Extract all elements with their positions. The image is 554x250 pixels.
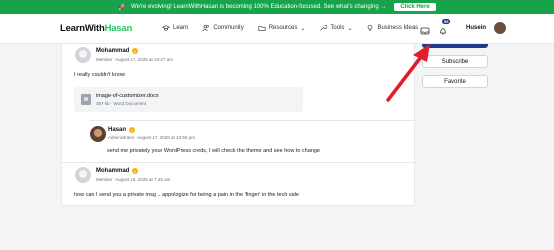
attachment-size: 357 kb · Word Document [96,101,146,106]
divider [62,162,416,163]
graduation-cap-icon [162,25,170,31]
site-logo[interactable]: LearnWithHasan [60,23,132,34]
comment-author[interactable]: Hasan ✓ [108,127,136,133]
favorite-button[interactable]: Favorite [422,75,488,88]
menu-item-business-ideas[interactable]: Business Ideas [366,24,418,32]
comment-text: send me privately your WordPress creds, … [107,148,320,154]
comment-meta: Member August 18, 2025 at 7:45 am [96,177,171,182]
banner-text: We're evolving! LearnWithHasan is becomi… [131,4,387,10]
comment-author[interactable]: Mohammad ✓ [96,168,139,174]
primary-action-button[interactable] [422,44,488,48]
bell-icon[interactable]: 99 [438,19,451,35]
menu-item-resources[interactable]: Resources ⌄ [258,24,306,32]
folder-icon [258,26,266,31]
attachment-card[interactable]: W image-of-customizer.docx 357 kb · Word… [74,87,303,112]
lightbulb-icon [368,24,373,31]
chevron-down-icon: ⌄ [347,25,353,32]
main-menu: Learn Community Resources ⌄ Tools ⌄ Busi… [162,24,418,32]
menu-item-community[interactable]: Community [202,24,244,32]
rocket-icon: 🚀 [118,4,128,11]
comment-text: how can I send you a private msg .. appo… [74,192,299,198]
banner-cta-button[interactable]: Click Here [394,3,436,11]
divider [90,120,416,121]
word-document-icon: W [81,94,91,105]
verified-badge-icon: ✓ [132,48,139,54]
comment-author[interactable]: Mohammad ✓ [96,48,139,54]
notification-badge: 99 [442,19,451,24]
comments-panel: Mohammad ✓ Member August 17, 2025 at 10:… [61,44,416,206]
users-icon [202,25,210,32]
menu-item-tools[interactable]: Tools ⌄ [319,24,352,32]
user-area: 99 Husein [420,19,507,35]
avatar[interactable] [90,126,106,142]
verified-badge-icon: ✓ [132,168,139,174]
comment-meta: Member August 17, 2025 at 10:27 am [96,57,173,62]
avatar[interactable] [494,22,507,34]
user-name[interactable]: Husein [466,25,486,31]
comment-meta: Administrator August 17, 2025 at 10:55 p… [108,135,195,140]
avatar[interactable] [75,47,91,63]
wrench-icon [320,25,328,31]
comment-text: I really couldn't know [74,72,125,78]
sidebar-actions: Subscribe Favorite [422,44,488,95]
subscribe-button[interactable]: Subscribe [422,55,488,68]
verified-badge-icon: ✓ [129,127,136,133]
attachment-name[interactable]: image-of-customizer.docx [96,93,159,99]
chevron-down-icon: ⌄ [300,25,306,32]
announcement-banner: 🚀 We're evolving! LearnWithHasan is beco… [0,0,554,14]
top-navigation: LearnWithHasan Learn Community Resources… [0,14,554,44]
avatar[interactable] [75,167,91,183]
inbox-icon[interactable] [420,23,430,35]
menu-item-learn[interactable]: Learn [162,24,188,32]
